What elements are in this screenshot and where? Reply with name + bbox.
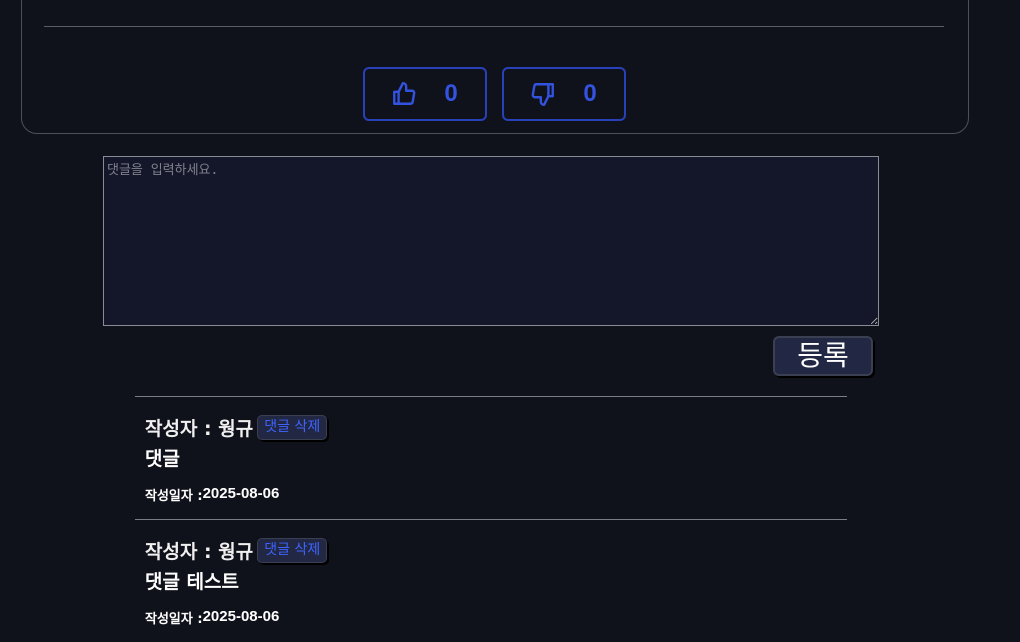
comment-author: 작성자 : 웡규 <box>145 418 254 440</box>
submit-comment-button[interactable]: 등록 <box>773 336 873 376</box>
dislike-button[interactable]: 0 <box>502 67 626 121</box>
delete-comment-button[interactable]: 댓글 삭제 <box>257 538 328 563</box>
dislike-count: 0 <box>583 80 597 107</box>
like-count: 0 <box>444 80 458 107</box>
comment-date-label: 작성일자 : <box>145 489 203 504</box>
delete-comment-button[interactable]: 댓글 삭제 <box>257 415 328 440</box>
comment-header: 작성자 : 웡규 댓글 삭제 <box>145 537 328 564</box>
comment-date-value: 2025-08-06 <box>202 485 280 502</box>
like-button[interactable]: 0 <box>363 67 487 121</box>
comment-date-value: 2025-08-06 <box>202 608 280 625</box>
comment-date: 작성일자 : 2025-08-06 <box>145 485 279 504</box>
comment-input[interactable] <box>103 156 879 326</box>
post-divider <box>44 26 944 27</box>
comment-list: 작성자 : 웡규 댓글 삭제 댓글 작성일자 : 2025-08-06 작성자 … <box>135 396 847 642</box>
thumbs-down-icon <box>530 81 556 107</box>
comment-header: 작성자 : 웡규 댓글 삭제 <box>145 414 328 441</box>
thumbs-up-icon <box>391 81 417 107</box>
comment-body: 댓글 <box>145 448 180 470</box>
comment-item: 작성자 : 웡규 댓글 삭제 댓글 작성일자 : 2025-08-06 <box>135 396 847 519</box>
comment-date: 작성일자 : 2025-08-06 <box>145 608 279 627</box>
comment-item: 작성자 : 웡규 댓글 삭제 댓글 테스트 작성일자 : 2025-08-06 <box>135 519 847 642</box>
comment-author: 작성자 : 웡규 <box>145 541 254 563</box>
comment-date-label: 작성일자 : <box>145 612 203 627</box>
post-card: 0 0 <box>21 0 969 134</box>
comment-body: 댓글 테스트 <box>145 571 240 593</box>
